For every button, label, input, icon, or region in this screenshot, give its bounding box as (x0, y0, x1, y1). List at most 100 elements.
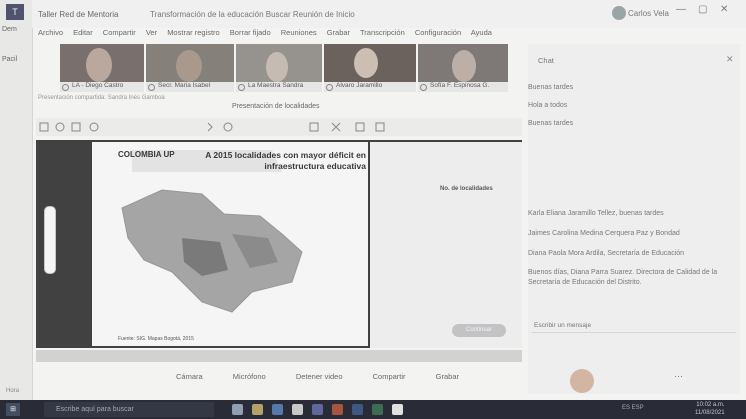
system-tray[interactable]: ES ESP (622, 405, 644, 411)
minimize-icon[interactable]: — (676, 4, 686, 15)
menu-item[interactable]: Borrar fijado (230, 28, 271, 37)
task-view-icon[interactable] (232, 404, 243, 415)
sidebar-icon (39, 122, 49, 132)
chat-input[interactable] (532, 318, 736, 333)
mic-button[interactable]: Micrófono (233, 372, 266, 381)
meeting-controls: Cámara Micrófono Detener video Compartir… (170, 372, 730, 388)
chrome-icon[interactable] (292, 404, 303, 415)
participant-face (86, 48, 112, 82)
participant-face (354, 48, 378, 78)
menu-bar: Archivo Editar Compartir Ver Mostrar reg… (38, 28, 538, 40)
mic-icon (326, 84, 333, 91)
close-icon[interactable]: ✕ (720, 4, 728, 15)
slide-footer: Fuente: SIG. Mapas Bogotá, 2015 (118, 336, 194, 342)
eraser-icon (331, 122, 341, 132)
participant-name: La Maestra Sandra (236, 82, 322, 92)
panel-heading: No. de localidades (440, 186, 493, 192)
chat-message: Hola a todos (528, 102, 568, 109)
excel-icon[interactable] (372, 404, 383, 415)
zoom-slider[interactable] (44, 206, 56, 274)
edge-icon[interactable] (272, 404, 283, 415)
highlight-icon (309, 122, 319, 132)
text-icon (355, 122, 365, 132)
powerpoint-icon[interactable] (332, 404, 343, 415)
menu-item[interactable]: Grabar (327, 28, 350, 37)
map-illustration (121, 150, 303, 313)
meeting-title: Taller Red de Mentoria (38, 10, 119, 19)
chat-message: Karla Eliana Jaramillo Tellez, buenas ta… (528, 210, 664, 217)
viewer-status-bar (36, 350, 522, 362)
slide-title: A 2015 localidades con mayor déficit en … (205, 150, 366, 171)
slide-logo: COLOMBIA UP (118, 150, 175, 159)
menu-item[interactable]: Configuración (415, 28, 461, 37)
date: 11/08/2021 (695, 410, 725, 416)
slide-page (92, 142, 368, 346)
file-explorer-icon[interactable] (252, 404, 263, 415)
participant-face (452, 50, 476, 82)
video-tile[interactable]: Secr. Maria Isabel (146, 44, 234, 92)
clock[interactable]: 10:02 a.m. 11/08/2021 (695, 401, 725, 417)
viewer-toolbar (36, 118, 522, 136)
participant-name: Alvaro Jaramillo (324, 82, 416, 92)
zoom-icon (89, 122, 99, 132)
viewer-toolbar-icons (39, 122, 385, 132)
pen-icon (223, 122, 233, 132)
avatar[interactable] (612, 6, 626, 20)
chat-panel (528, 44, 740, 394)
menu-item[interactable]: Mostrar registro (167, 28, 220, 37)
stop-video-button[interactable]: Detener video (296, 372, 343, 381)
menu-item[interactable]: Ayuda (471, 28, 492, 37)
slide-side-panel (370, 142, 522, 348)
video-tile[interactable]: LA - Diego Castro (60, 44, 144, 92)
teams-icon[interactable] (312, 404, 323, 415)
app-logo[interactable]: T (6, 4, 24, 20)
video-tile[interactable]: Sofía F. Espinosa G. (418, 44, 508, 92)
menu-item[interactable]: Compartir (103, 28, 136, 37)
camera-button[interactable]: Cámara (176, 372, 203, 381)
shape-icon (375, 122, 385, 132)
close-icon[interactable]: ✕ (726, 54, 734, 65)
bottom-label: Hora (6, 388, 20, 394)
menu-item[interactable]: Transcripción (360, 28, 405, 37)
menu-item[interactable]: Archivo (38, 28, 63, 37)
rail-label-2[interactable]: Pacil (2, 56, 17, 63)
mic-icon (238, 84, 245, 91)
taskbar-search[interactable]: Escribe aquí para buscar (44, 402, 214, 417)
chat-title: Chat (538, 56, 554, 65)
participant-face (266, 52, 288, 82)
time: 10:02 a.m. (696, 402, 725, 408)
maximize-icon[interactable]: ▢ (698, 4, 707, 15)
presenter-hint: Presentación compartida: Sandra Inés Gam… (38, 95, 165, 101)
chat-message: Buenas tardes (528, 120, 574, 127)
document-title: Presentación de localidades (232, 103, 320, 110)
chat-message: Buenas tardes (528, 84, 574, 91)
title-bar-tabs[interactable]: Transformación de la educación Buscar Re… (150, 10, 355, 19)
more-options-icon[interactable]: ⋯ (674, 371, 683, 382)
app-icon[interactable] (392, 404, 403, 415)
continue-button[interactable]: Continuar (452, 324, 506, 337)
mic-icon (420, 84, 427, 91)
share-button[interactable]: Compartir (373, 372, 406, 381)
chat-message: Jaimes Carolina Medina Cerquera Paz y Bo… (528, 230, 680, 237)
leave-call-button[interactable] (570, 369, 594, 393)
windows-start-icon[interactable]: ⊞ (6, 403, 20, 416)
mic-icon (148, 84, 155, 91)
cursor-icon (207, 122, 213, 132)
participant-name: Sofía F. Espinosa G. (418, 82, 508, 92)
participant-name: Secr. Maria Isabel (146, 82, 234, 92)
menu-item[interactable]: Reuniones (281, 28, 317, 37)
participant-name: LA - Diego Castro (60, 82, 144, 92)
rail-label-1[interactable]: Dem (2, 26, 17, 33)
user-name: Carlos Vela (628, 9, 669, 18)
menu-item[interactable]: Editar (73, 28, 93, 37)
mic-icon (62, 84, 69, 91)
menu-item[interactable]: Ver (146, 28, 157, 37)
word-icon[interactable] (352, 404, 363, 415)
video-tile[interactable]: La Maestra Sandra (236, 44, 322, 92)
search-icon (55, 122, 65, 132)
chat-message: Diana Paola Mora Ardila, Secretaría de E… (528, 250, 685, 257)
print-icon (71, 122, 81, 132)
record-button[interactable]: Grabar (436, 372, 459, 381)
chat-message: Buenos días, Diana Parra Suarez. Directo… (528, 269, 718, 286)
video-tile[interactable]: Alvaro Jaramillo (324, 44, 416, 92)
